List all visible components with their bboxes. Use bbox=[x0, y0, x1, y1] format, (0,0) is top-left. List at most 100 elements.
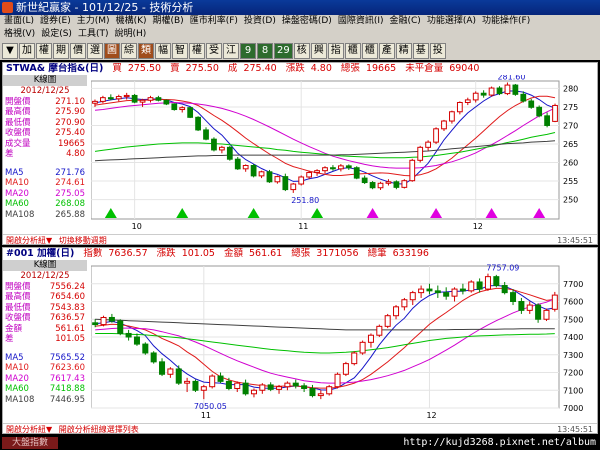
menu-bar: 畫面(L) 證券(E) 主力(M) 機構(K) 期權(B) 匯市利率(F) 投資(D) 操盤密… bbox=[0, 15, 600, 41]
menu-item-2-1[interactable]: 設定(S) bbox=[41, 28, 72, 41]
bottom-candle-body bbox=[393, 306, 400, 317]
bottom-stat-row: 最低價 7543.83 bbox=[3, 303, 87, 314]
top-candlestick-chart[interactable]: 250 255 260 265 270 275 280 10 11 12 251.80 281.60 bbox=[91, 75, 595, 235]
menu-item-1[interactable]: 證券(E) bbox=[40, 15, 71, 28]
menu-item-5[interactable]: 匯市利率(F) bbox=[190, 15, 238, 28]
bottom-cnt-label: 總筆 bbox=[367, 248, 387, 259]
bottom-amt-value: 561.61 bbox=[248, 248, 283, 259]
toolbar-button-15[interactable]: 8 bbox=[257, 42, 273, 59]
bottom-candle-body bbox=[434, 290, 441, 294]
top-sell-label: 賣 bbox=[170, 63, 180, 74]
toolbar-button-18[interactable]: 興 bbox=[310, 42, 327, 59]
toolbar-button-4[interactable]: 價 bbox=[70, 42, 86, 59]
bottom-ma-label: MA60 bbox=[5, 384, 29, 394]
menu-item-2[interactable]: 主力(M) bbox=[77, 15, 110, 28]
toolbar-button-7[interactable]: 綜 bbox=[121, 42, 137, 59]
menu-item-8[interactable]: 國際資訊(I) bbox=[338, 15, 384, 28]
bottom-candle-body bbox=[150, 352, 157, 363]
bottom-vol-value: 3171056 bbox=[316, 248, 359, 259]
toolbar-button-8[interactable]: 類 bbox=[138, 42, 154, 59]
bottom-idx-value: 7636.57 bbox=[108, 248, 148, 259]
toolbar-button-3[interactable]: 期 bbox=[53, 42, 69, 59]
top-candle-body bbox=[226, 146, 233, 160]
menu-item-0[interactable]: 畫面(L) bbox=[4, 15, 34, 28]
toolbar-button-14[interactable]: 9 bbox=[240, 42, 256, 59]
bottom-y-tick-label: 7100 bbox=[563, 386, 583, 395]
top-candle-body bbox=[520, 93, 527, 102]
toolbar-button-25[interactable]: 投 bbox=[429, 42, 446, 59]
menu-item-7[interactable]: 操盤密碼(D) bbox=[282, 15, 332, 28]
bottom-vol-label: 總張 bbox=[291, 248, 311, 259]
menu-item-9[interactable]: 金融(C) bbox=[390, 15, 421, 28]
top-candle-body bbox=[337, 165, 344, 170]
bottom-annotation: 7050.05 bbox=[194, 402, 227, 411]
top-stat-value: 275.40 bbox=[55, 128, 85, 138]
top-vol-value: 19665 bbox=[365, 63, 397, 74]
menu-row-1: 畫面(L) 證券(E) 主力(M) 機構(K) 期權(B) 匯市利率(F) 投資(D) 操盤密… bbox=[0, 15, 600, 28]
toolbar-button-24[interactable]: 基 bbox=[412, 42, 429, 59]
toolbar-button-16[interactable]: 29 bbox=[274, 42, 293, 59]
top-ma-label: MA108 bbox=[5, 209, 35, 220]
bottom-y-tick-label: 7000 bbox=[563, 404, 583, 413]
toolbar-button-9[interactable]: 幅 bbox=[155, 42, 171, 59]
toolbar-button-20[interactable]: 櫃 bbox=[344, 42, 361, 59]
menu-item-2-3[interactable]: 說明(H) bbox=[114, 28, 146, 41]
bottom-kline-box[interactable]: K線圖 bbox=[3, 260, 87, 271]
top-annotation: 251.80 bbox=[291, 196, 319, 205]
top-legend-toggle[interactable]: 開啟分析紐▼ bbox=[6, 236, 52, 245]
top-candle-body bbox=[393, 181, 400, 188]
menu-item-6[interactable]: 投資(D) bbox=[244, 15, 276, 28]
menu-item-2-0[interactable]: 格視(V) bbox=[4, 28, 35, 41]
toolbar-button-23[interactable]: 精 bbox=[395, 42, 412, 59]
bottom-candle-body bbox=[501, 285, 508, 294]
toolbar-button-1[interactable]: 加 bbox=[19, 42, 35, 59]
toolbar-button-5[interactable]: 選 bbox=[87, 42, 103, 59]
top-time: 13:45:51 bbox=[557, 236, 593, 245]
top-chart-panel: STWA& 摩台指&(日) 買 275.50 賣 275.50 成 275.40 漲跌… bbox=[2, 62, 598, 245]
top-candle-body bbox=[163, 99, 170, 105]
status-bar: 大盤指數 http://kujd3268.pixnet.net/album bbox=[0, 436, 600, 450]
bottom-footer: 開啟分析紐▼ 開啟分析紐線選擇列表 13:45:51 bbox=[3, 423, 597, 434]
watermark-url: http://kujd3268.pixnet.net/album bbox=[403, 437, 596, 448]
index-tab[interactable]: 大盤指數 bbox=[2, 437, 58, 449]
bottom-stat-value: 561.61 bbox=[55, 323, 85, 334]
top-candle-body bbox=[528, 100, 535, 108]
top-x-tick-label: 11 bbox=[298, 222, 308, 231]
toolbar-button-2[interactable]: 權 bbox=[36, 42, 52, 59]
menu-item-4[interactable]: 期權(B) bbox=[153, 15, 184, 28]
bottom-ma-value: 7565.52 bbox=[49, 352, 85, 363]
menu-item-11[interactable]: 功能操作(F) bbox=[482, 15, 530, 28]
toolbar-button-12[interactable]: 受 bbox=[206, 42, 222, 59]
toolbar-button-13[interactable]: 江 bbox=[223, 42, 239, 59]
top-stats: 開盤價 271.10 最高價 275.90 最低價 270.90 收盤價 275.40 成交量 1… bbox=[3, 97, 87, 160]
top-oi-label: 未平倉量 bbox=[405, 63, 444, 74]
menu-item-3[interactable]: 機構(K) bbox=[116, 15, 147, 28]
toolbar-button-17[interactable]: 核 bbox=[293, 42, 310, 59]
bottom-legend-toggle[interactable]: 開啟分析紐▼ bbox=[6, 425, 52, 434]
toolbar-button-10[interactable]: 智 bbox=[172, 42, 188, 59]
bottom-candle-body bbox=[334, 373, 341, 388]
top-y-tick-label: 265 bbox=[563, 140, 578, 149]
bottom-candlestick-chart[interactable]: 7000 7100 7200 7300 7400 7500 7600 7700 11 12 7050… bbox=[91, 260, 595, 424]
top-x-tick-label: 12 bbox=[473, 222, 483, 231]
bottom-candle-body bbox=[535, 304, 542, 320]
top-ma-value: 265.88 bbox=[55, 209, 85, 220]
toolbar-button-21[interactable]: 櫃 bbox=[361, 42, 378, 59]
bottom-stat-label: 最高價 bbox=[5, 292, 31, 302]
toolbar-button-22[interactable]: 產 bbox=[378, 42, 395, 59]
toolbar-button-6[interactable]: 圖 bbox=[104, 42, 120, 59]
menu-item-2-2[interactable]: 工具(T) bbox=[78, 28, 109, 41]
toolbar-button-0[interactable]: ▼ bbox=[2, 42, 18, 59]
bottom-candle-body bbox=[125, 332, 132, 338]
top-ma-value: 275.05 bbox=[55, 188, 85, 199]
menu-item-10[interactable]: 功能選擇(A) bbox=[427, 15, 476, 28]
top-kline-box[interactable]: K線圖 bbox=[3, 75, 87, 86]
top-ma-row: MA5 271.76 bbox=[3, 168, 87, 179]
top-candle-body bbox=[456, 101, 463, 113]
bottom-candle-body bbox=[309, 387, 316, 397]
bottom-candle-body bbox=[242, 382, 249, 395]
top-candle-body bbox=[449, 111, 455, 122]
toolbar-button-11[interactable]: 權 bbox=[189, 42, 205, 59]
bottom-stat-row: 金額 561.61 bbox=[3, 324, 87, 335]
toolbar-button-19[interactable]: 指 bbox=[327, 42, 344, 59]
